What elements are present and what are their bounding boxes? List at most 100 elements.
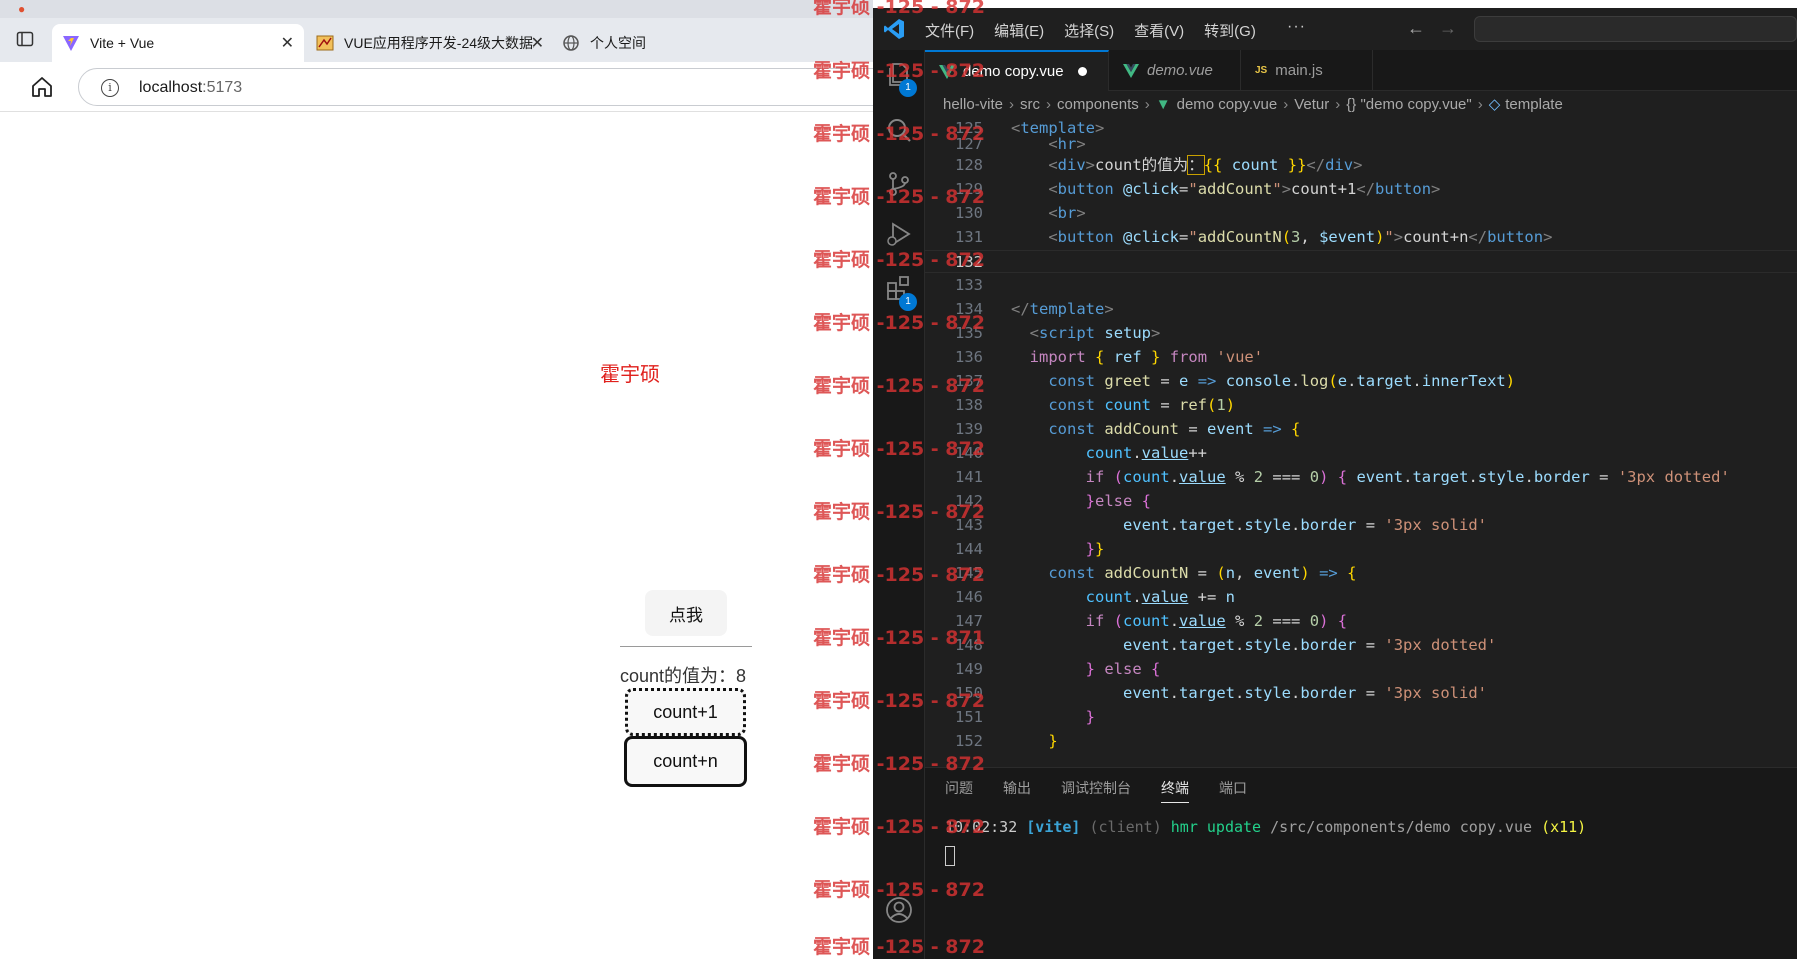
code-line: 143 event.target.style.border = '3px sol… bbox=[925, 514, 1797, 537]
line-number: 136 bbox=[955, 348, 983, 366]
close-tab-icon[interactable]: ✕ bbox=[281, 33, 294, 53]
tab-label: Vite + Vue bbox=[90, 35, 155, 51]
panel-tab-ports[interactable]: 端口 bbox=[1219, 778, 1247, 803]
code-line: 138 const count = ref(1) bbox=[925, 394, 1797, 417]
page-title: 霍宇硕 bbox=[600, 364, 660, 386]
watermark: 霍宇硕 -125 - 872 bbox=[813, 564, 985, 586]
address-bar-row: i localhost:5173 bbox=[0, 62, 898, 112]
code-line: 142 }else { bbox=[925, 490, 1797, 513]
panel-tab-problems[interactable]: 问题 bbox=[945, 778, 973, 803]
watermark: 霍宇硕 -125 - 872 bbox=[813, 0, 985, 18]
breadcrumb-item[interactable]: Vetur bbox=[1294, 96, 1329, 113]
terminal-message: hmr update bbox=[1170, 818, 1262, 836]
menu-view[interactable]: 查看(V) bbox=[1134, 20, 1184, 41]
chevron-right-icon: › bbox=[1283, 95, 1289, 113]
code-line: 149 } else { bbox=[925, 658, 1797, 681]
panel-tab-output[interactable]: 输出 bbox=[1003, 778, 1031, 803]
home-icon[interactable] bbox=[30, 75, 54, 99]
code-line: 145 const addCountN = (n, event) => { bbox=[925, 562, 1797, 585]
url-text: localhost:5173 bbox=[139, 79, 242, 97]
editor-tab-bar: demo copy.vue demo.vue JS main.js bbox=[925, 50, 1797, 91]
menu-file[interactable]: 文件(F) bbox=[925, 20, 974, 41]
terminal-client: (client) bbox=[1089, 818, 1162, 836]
menu-edit[interactable]: 编辑(E) bbox=[994, 20, 1044, 41]
chevron-right-icon: › bbox=[1477, 95, 1483, 113]
page-content: 霍宇硕 点我 count的值为：8 count+1 count+n bbox=[0, 112, 873, 959]
breadcrumb-item[interactable]: hello-vite bbox=[943, 96, 1003, 113]
url-input[interactable]: i localhost:5173 bbox=[78, 68, 898, 106]
watermark: 霍宇硕 -125 - 872 bbox=[813, 312, 985, 334]
line-number: 144 bbox=[955, 540, 983, 558]
breadcrumb-item[interactable]: components bbox=[1057, 96, 1139, 113]
click-me-button[interactable]: 点我 bbox=[645, 590, 727, 636]
watermark: 霍宇硕 -125 - 872 bbox=[813, 186, 985, 208]
tab-label: 个人空间 bbox=[590, 35, 646, 51]
menu-selection[interactable]: 选择(S) bbox=[1064, 20, 1114, 41]
code-line: 129 <button @click="addCount">count+1</b… bbox=[925, 178, 1797, 201]
panel-tab-debug-console[interactable]: 调试控制台 bbox=[1061, 778, 1131, 803]
command-center-search[interactable] bbox=[1474, 16, 1797, 42]
browser-tab-vite[interactable]: Vite + Vue ✕ bbox=[52, 24, 304, 62]
editor-tab-demo[interactable]: demo.vue bbox=[1109, 50, 1241, 91]
browser-tab-strip: Vite + Vue ✕ VUE应用程序开发-24级大数据2 ✕ 个人空间 bbox=[0, 18, 873, 62]
forward-arrow-icon[interactable]: → bbox=[1439, 18, 1457, 39]
terminal-vite-tag: [vite] bbox=[1026, 818, 1081, 836]
browser-window: ● Vite + Vue ✕ VUE应用程序开发-24级大数据2 ✕ 个人空间 bbox=[0, 0, 898, 959]
breadcrumb-item[interactable]: src bbox=[1020, 96, 1040, 113]
close-tab-icon[interactable]: ✕ bbox=[531, 33, 544, 53]
line-number: 133 bbox=[955, 276, 983, 294]
line-number: 149 bbox=[955, 660, 983, 678]
menu-goto[interactable]: 转到(G) bbox=[1204, 20, 1256, 41]
unsaved-dot-icon[interactable] bbox=[1077, 67, 1087, 76]
code-line: 135 <script setup> bbox=[925, 322, 1797, 345]
browser-toolbar-faded: ● bbox=[0, 0, 873, 18]
terminal-count: (x11) bbox=[1541, 818, 1587, 836]
count-plus-one-button[interactable]: count+1 bbox=[625, 688, 746, 736]
code-line: 151 } bbox=[925, 706, 1797, 729]
panel-tabs: 问题 输出 调试控制台 终端 端口 bbox=[945, 778, 1247, 803]
code-line: 150 event.target.style.border = '3px sol… bbox=[925, 682, 1797, 705]
more-menu-icon[interactable]: ··· bbox=[1287, 18, 1306, 36]
browser-tab-personal-space[interactable]: 个人空间 bbox=[552, 24, 752, 62]
breadcrumb-item[interactable]: {} "demo copy.vue" bbox=[1346, 96, 1471, 113]
vscode-titlebar: 文件(F) 编辑(E) 选择(S) 查看(V) 转到(G) ··· ← → bbox=[873, 8, 1797, 50]
tab-actions-icon[interactable] bbox=[14, 30, 36, 52]
panel-tab-terminal[interactable]: 终端 bbox=[1161, 778, 1189, 803]
terminal-cursor[interactable] bbox=[945, 846, 955, 866]
back-arrow-icon[interactable]: ← bbox=[1407, 18, 1425, 39]
code-line: 144 }} bbox=[925, 538, 1797, 561]
menu-bar: 文件(F) 编辑(E) 选择(S) 查看(V) 转到(G) bbox=[925, 20, 1256, 41]
watermark: 霍宇硕 -125 - 872 bbox=[813, 690, 985, 712]
chevron-right-icon: › bbox=[1144, 95, 1150, 113]
terminal-output-line: 10:02:32 [vite] (client) hmr update /src… bbox=[945, 818, 1586, 836]
code-line: 133 bbox=[925, 274, 1797, 297]
code-line: 130 <br> bbox=[925, 202, 1797, 225]
watermark: 霍宇硕 -125 - 872 bbox=[813, 879, 985, 901]
chevron-right-icon: › bbox=[1046, 95, 1052, 113]
count-display: count的值为：8 bbox=[620, 666, 747, 686]
code-line: 141 if (count.value % 2 === 0) { event.t… bbox=[925, 466, 1797, 489]
editor-tab-main-js[interactable]: JS main.js bbox=[1241, 50, 1373, 91]
code-line: 137 const greet = e => console.log(e.tar… bbox=[925, 370, 1797, 393]
line-number: 128 bbox=[955, 156, 983, 174]
chevron-right-icon: › bbox=[1335, 95, 1341, 113]
code-line-current: 132 bbox=[925, 250, 1797, 273]
code-line: 146 count.value += n bbox=[925, 586, 1797, 609]
count-plus-n-button[interactable]: count+n bbox=[624, 736, 747, 787]
code-line: 139 const addCount = event => { bbox=[925, 418, 1797, 441]
browser-tab-vue-course[interactable]: VUE应用程序开发-24级大数据2 ✕ bbox=[306, 24, 550, 62]
code-line: 134 </template> bbox=[925, 298, 1797, 321]
breadcrumb-item[interactable]: demo copy.vue bbox=[1177, 96, 1278, 113]
code-line: 148 event.target.style.border = '3px dot… bbox=[925, 634, 1797, 657]
site-info-icon[interactable]: i bbox=[101, 79, 119, 97]
watermark: 霍宇硕 -125 - 872 bbox=[813, 123, 985, 145]
js-file-icon: JS bbox=[1255, 65, 1268, 76]
breadcrumb-item[interactable]: template bbox=[1505, 96, 1563, 113]
run-debug-icon[interactable] bbox=[885, 220, 913, 248]
vue-file-icon: ▼ bbox=[1155, 95, 1171, 113]
code-editor[interactable]: 125 <template> 127 <hr> 128 <div>count的值为… bbox=[925, 117, 1797, 767]
code-line: 147 if (count.value % 2 === 0) { bbox=[925, 610, 1797, 633]
url-port: :5173 bbox=[202, 79, 243, 96]
watermark: 霍宇硕 -125 - 872 bbox=[813, 438, 985, 460]
vue-file-icon bbox=[1123, 63, 1139, 79]
